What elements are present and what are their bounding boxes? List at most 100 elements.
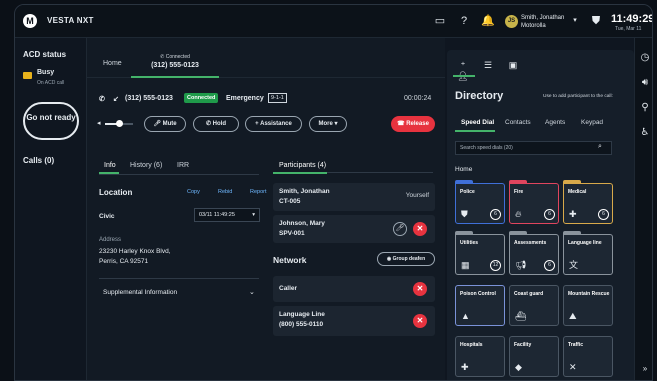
speed-dial-tile[interactable]: Utilities ▦ 12 (455, 231, 505, 275)
assistance-button[interactable]: + Assistance (245, 116, 302, 132)
hospital-icon: ✚ (461, 362, 469, 372)
accessibility-icon[interactable]: ♿︎ (638, 126, 652, 140)
speed-dial-tile[interactable]: Assessments 📢︎ 6 (509, 231, 559, 275)
user-location: Motorolla (521, 23, 546, 29)
speed-dial-tile[interactable]: Coast guard ⛴︎ (509, 285, 559, 326)
user-name: Smith, Jonathan (521, 15, 565, 21)
tab-contacts[interactable]: Contacts (505, 119, 531, 126)
speed-dial-title: Fire (514, 189, 524, 195)
participant-id: SPV-001 (279, 230, 305, 237)
utilities-icon: ▦ (461, 260, 470, 270)
tab-connected-call[interactable]: ✆ Connected (312) 555-0123 (131, 50, 219, 78)
map-icon[interactable]: ▣ (505, 60, 521, 71)
volume-icon[interactable]: 🔊︎ (638, 76, 652, 90)
network-item[interactable]: Caller ✕ (273, 276, 435, 302)
volume-slider-knob[interactable] (116, 120, 123, 127)
speed-dial-title: Coast guard (514, 291, 544, 297)
location-datetime-select[interactable]: 03/11 11:49:25 ▾ (194, 208, 260, 222)
monitor-icon[interactable]: ▭ (433, 14, 447, 28)
speed-dial-tile[interactable]: Language line 文 (563, 231, 613, 275)
speed-dial-tile[interactable]: Traffic ✕ (563, 336, 613, 377)
speed-dial-tile[interactable]: Facility ◆ (509, 336, 559, 377)
speed-dial-title: Language line (568, 240, 602, 246)
speed-dial-count: 6 (598, 209, 609, 220)
medical-cross-icon: ✚ (569, 209, 577, 219)
participant-name: Johnson, Mary (279, 220, 325, 227)
supplemental-info-toggle[interactable]: Supplemental Information (103, 289, 177, 296)
chevron-down-icon: ▾ (252, 212, 255, 218)
speed-dial-search-input[interactable]: Search speed dials (20) (455, 141, 612, 155)
boat-icon: ⛴︎ (515, 311, 527, 321)
speed-dial-tile[interactable]: Fire 🔥︎ 6 (509, 180, 559, 224)
acd-title: ACD status (23, 50, 67, 59)
folder-tab (509, 231, 527, 235)
search-user-icon[interactable]: ⚲ (638, 101, 652, 115)
network-title: Network (273, 255, 307, 265)
call-number: (312) 555-0123 (125, 95, 173, 102)
folder-tab (455, 231, 473, 235)
copy-link[interactable]: Copy (187, 189, 200, 195)
speed-dial-tile[interactable]: Poison Control ▲ (455, 285, 505, 326)
right-rail: ◷ 🔊︎ ⚲ ♿︎ » (634, 38, 652, 380)
add-participant-icon[interactable]: ⁺👤︎ (455, 60, 471, 82)
participant-card[interactable]: Johnson, Mary SPV-001 🎤︎ ✕ (273, 215, 435, 243)
busy-status-icon (23, 72, 32, 79)
tab-speed-dial[interactable]: Speed Dial (461, 119, 494, 126)
folder-tab (563, 231, 581, 235)
participant-tag: Yourself (405, 192, 429, 199)
tab-irr[interactable]: IRR (177, 162, 189, 169)
participant-card[interactable]: Smith, Jonathan CT-005 Yourself (273, 183, 435, 211)
remove-network-button[interactable]: ✕ (413, 314, 427, 328)
speed-dial-tile[interactable]: Mountain Rescue ⛰︎ (563, 285, 613, 326)
calls-count[interactable]: Calls (0) (23, 156, 54, 165)
tab-home[interactable]: Home (103, 60, 122, 67)
breadcrumb-home[interactable]: Home (455, 166, 472, 173)
speed-dial-title: Assessments (514, 240, 547, 246)
language-icon: 文 (569, 260, 579, 270)
warning-icon: ▲ (461, 311, 470, 321)
motorola-logo-icon: M (23, 14, 37, 28)
shield-icon[interactable]: ⛊ (589, 14, 603, 28)
remove-network-button[interactable]: ✕ (413, 282, 427, 296)
chevron-down-icon[interactable]: ⌄ (249, 288, 255, 296)
clock-time: 11:49:29 (611, 13, 653, 25)
speed-dial-tile[interactable]: Police ⛊ 6 (455, 180, 505, 224)
speed-dial-tile[interactable]: Medical ✚ 6 (563, 180, 613, 224)
more-button[interactable]: More ▾ (309, 116, 347, 132)
traffic-icon: ✕ (569, 362, 577, 372)
speed-dial-tile[interactable]: Hospitals ✚ (455, 336, 505, 377)
help-icon[interactable]: ? (457, 14, 471, 28)
address: 23230 Harley Knox Blvd, Perris, CA 92571 (99, 247, 171, 267)
mic-icon: 🎤︎ (153, 121, 163, 127)
go-not-ready-button[interactable]: Go not ready (23, 102, 79, 140)
tab-info[interactable]: Info (104, 162, 116, 169)
tab-agents[interactable]: Agents (545, 119, 565, 126)
tab-keypad[interactable]: Keypad (581, 119, 603, 126)
bell-icon[interactable]: 🔔 (481, 14, 495, 28)
hold-button[interactable]: ✆ Hold (193, 116, 239, 132)
list-icon[interactable]: ☰ (480, 60, 496, 71)
speed-dial-title: Utilities (460, 240, 479, 246)
network-item[interactable]: Language Line (800) 555-0110 ✕ (273, 306, 435, 336)
release-button[interactable]: ☎ Release (391, 116, 435, 132)
connected-badge: Connected (184, 93, 219, 103)
collapse-icon[interactable]: » (638, 362, 652, 376)
tab-participants[interactable]: Participants (4) (279, 162, 326, 169)
top-bar: M VESTA NXT ▭ ? 🔔 JS Smith, Jonathan Mot… (15, 5, 653, 38)
clock-icon[interactable]: ◷ (638, 51, 652, 65)
avatar[interactable]: JS (505, 15, 518, 28)
group-deafen-button[interactable]: ◉ Group deafen (377, 252, 435, 266)
mute-button[interactable]: 🎤︎ Mute (144, 116, 186, 132)
user-info[interactable]: Smith, Jonathan Motorolla (521, 14, 564, 30)
volume-slider[interactable]: ◂ (97, 119, 135, 129)
search-icon[interactable]: ⌕ (598, 143, 602, 151)
rebid-link[interactable]: Rebid (218, 189, 232, 195)
chevron-down-icon[interactable]: ▾ (568, 14, 582, 28)
report-link[interactable]: Report (250, 189, 267, 195)
mic-icon[interactable]: 🎤︎ (393, 222, 407, 236)
divider (99, 278, 259, 279)
tab-history[interactable]: History (6) (130, 162, 162, 169)
address-line-1: 23230 Harley Knox Blvd, (99, 248, 171, 255)
speed-dial-title: Mountain Rescue (568, 291, 610, 297)
remove-participant-button[interactable]: ✕ (413, 222, 427, 236)
